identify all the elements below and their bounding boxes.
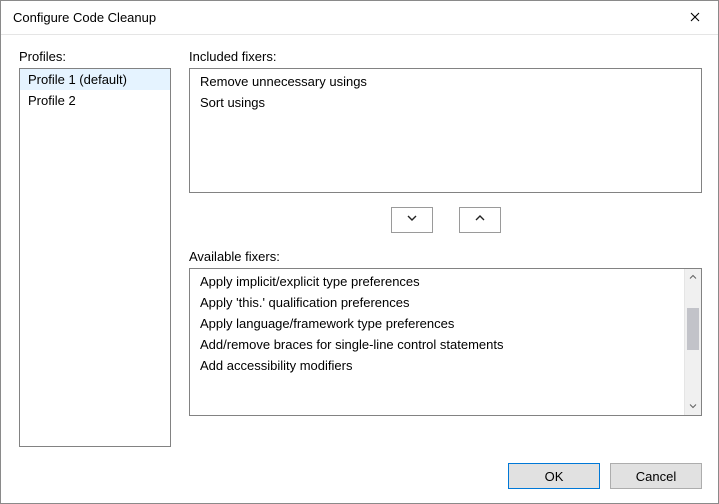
included-fixers-listbox[interactable]: Remove unnecessary usingsSort usings <box>189 68 702 193</box>
included-fixers-label: Included fixers: <box>189 49 702 64</box>
available-fixers-label: Available fixers: <box>189 249 702 264</box>
titlebar: Configure Code Cleanup <box>1 1 718 35</box>
window-title: Configure Code Cleanup <box>13 10 672 25</box>
chevron-up-icon <box>474 211 486 229</box>
scrollbar[interactable] <box>684 269 701 415</box>
profiles-listbox[interactable]: Profile 1 (default)Profile 2 <box>19 68 171 447</box>
available-fixers-list-item[interactable]: Apply 'this.' qualification preferences <box>190 292 684 313</box>
chevron-down-icon <box>689 402 697 412</box>
dialog-body: Profiles: Profile 1 (default)Profile 2 I… <box>1 35 718 453</box>
transfer-buttons-row <box>189 193 702 249</box>
scroll-thumb[interactable] <box>687 308 699 350</box>
profiles-list-item[interactable]: Profile 2 <box>20 90 170 111</box>
available-fixers-list-item[interactable]: Apply language/framework type preference… <box>190 313 684 334</box>
dialog-footer: OK Cancel <box>1 453 718 503</box>
available-fixers-items: Apply implicit/explicit type preferences… <box>190 269 684 415</box>
scroll-up-button[interactable] <box>685 269 701 286</box>
move-up-button[interactable] <box>459 207 501 233</box>
available-fixers-listbox[interactable]: Apply implicit/explicit type preferences… <box>189 268 702 416</box>
cancel-button[interactable]: Cancel <box>610 463 702 489</box>
profiles-list-item[interactable]: Profile 1 (default) <box>20 69 170 90</box>
fixers-column: Included fixers: Remove unnecessary usin… <box>189 49 702 447</box>
scroll-down-button[interactable] <box>685 398 701 415</box>
included-fixers-list-item[interactable]: Sort usings <box>190 92 701 113</box>
chevron-down-icon <box>406 211 418 229</box>
close-icon <box>690 9 700 26</box>
available-fixers-list-item[interactable]: Apply implicit/explicit type preferences <box>190 271 684 292</box>
dialog-window: Configure Code Cleanup Profiles: Profile… <box>0 0 719 504</box>
chevron-up-icon <box>689 273 697 283</box>
scroll-track[interactable] <box>685 286 701 398</box>
profiles-column: Profiles: Profile 1 (default)Profile 2 <box>19 49 171 447</box>
available-fixers-list-item[interactable]: Add/remove braces for single-line contro… <box>190 334 684 355</box>
move-down-button[interactable] <box>391 207 433 233</box>
profiles-label: Profiles: <box>19 49 171 64</box>
included-fixers-list-item[interactable]: Remove unnecessary usings <box>190 71 701 92</box>
ok-button[interactable]: OK <box>508 463 600 489</box>
close-button[interactable] <box>672 1 718 34</box>
available-fixers-list-item[interactable]: Add accessibility modifiers <box>190 355 684 376</box>
